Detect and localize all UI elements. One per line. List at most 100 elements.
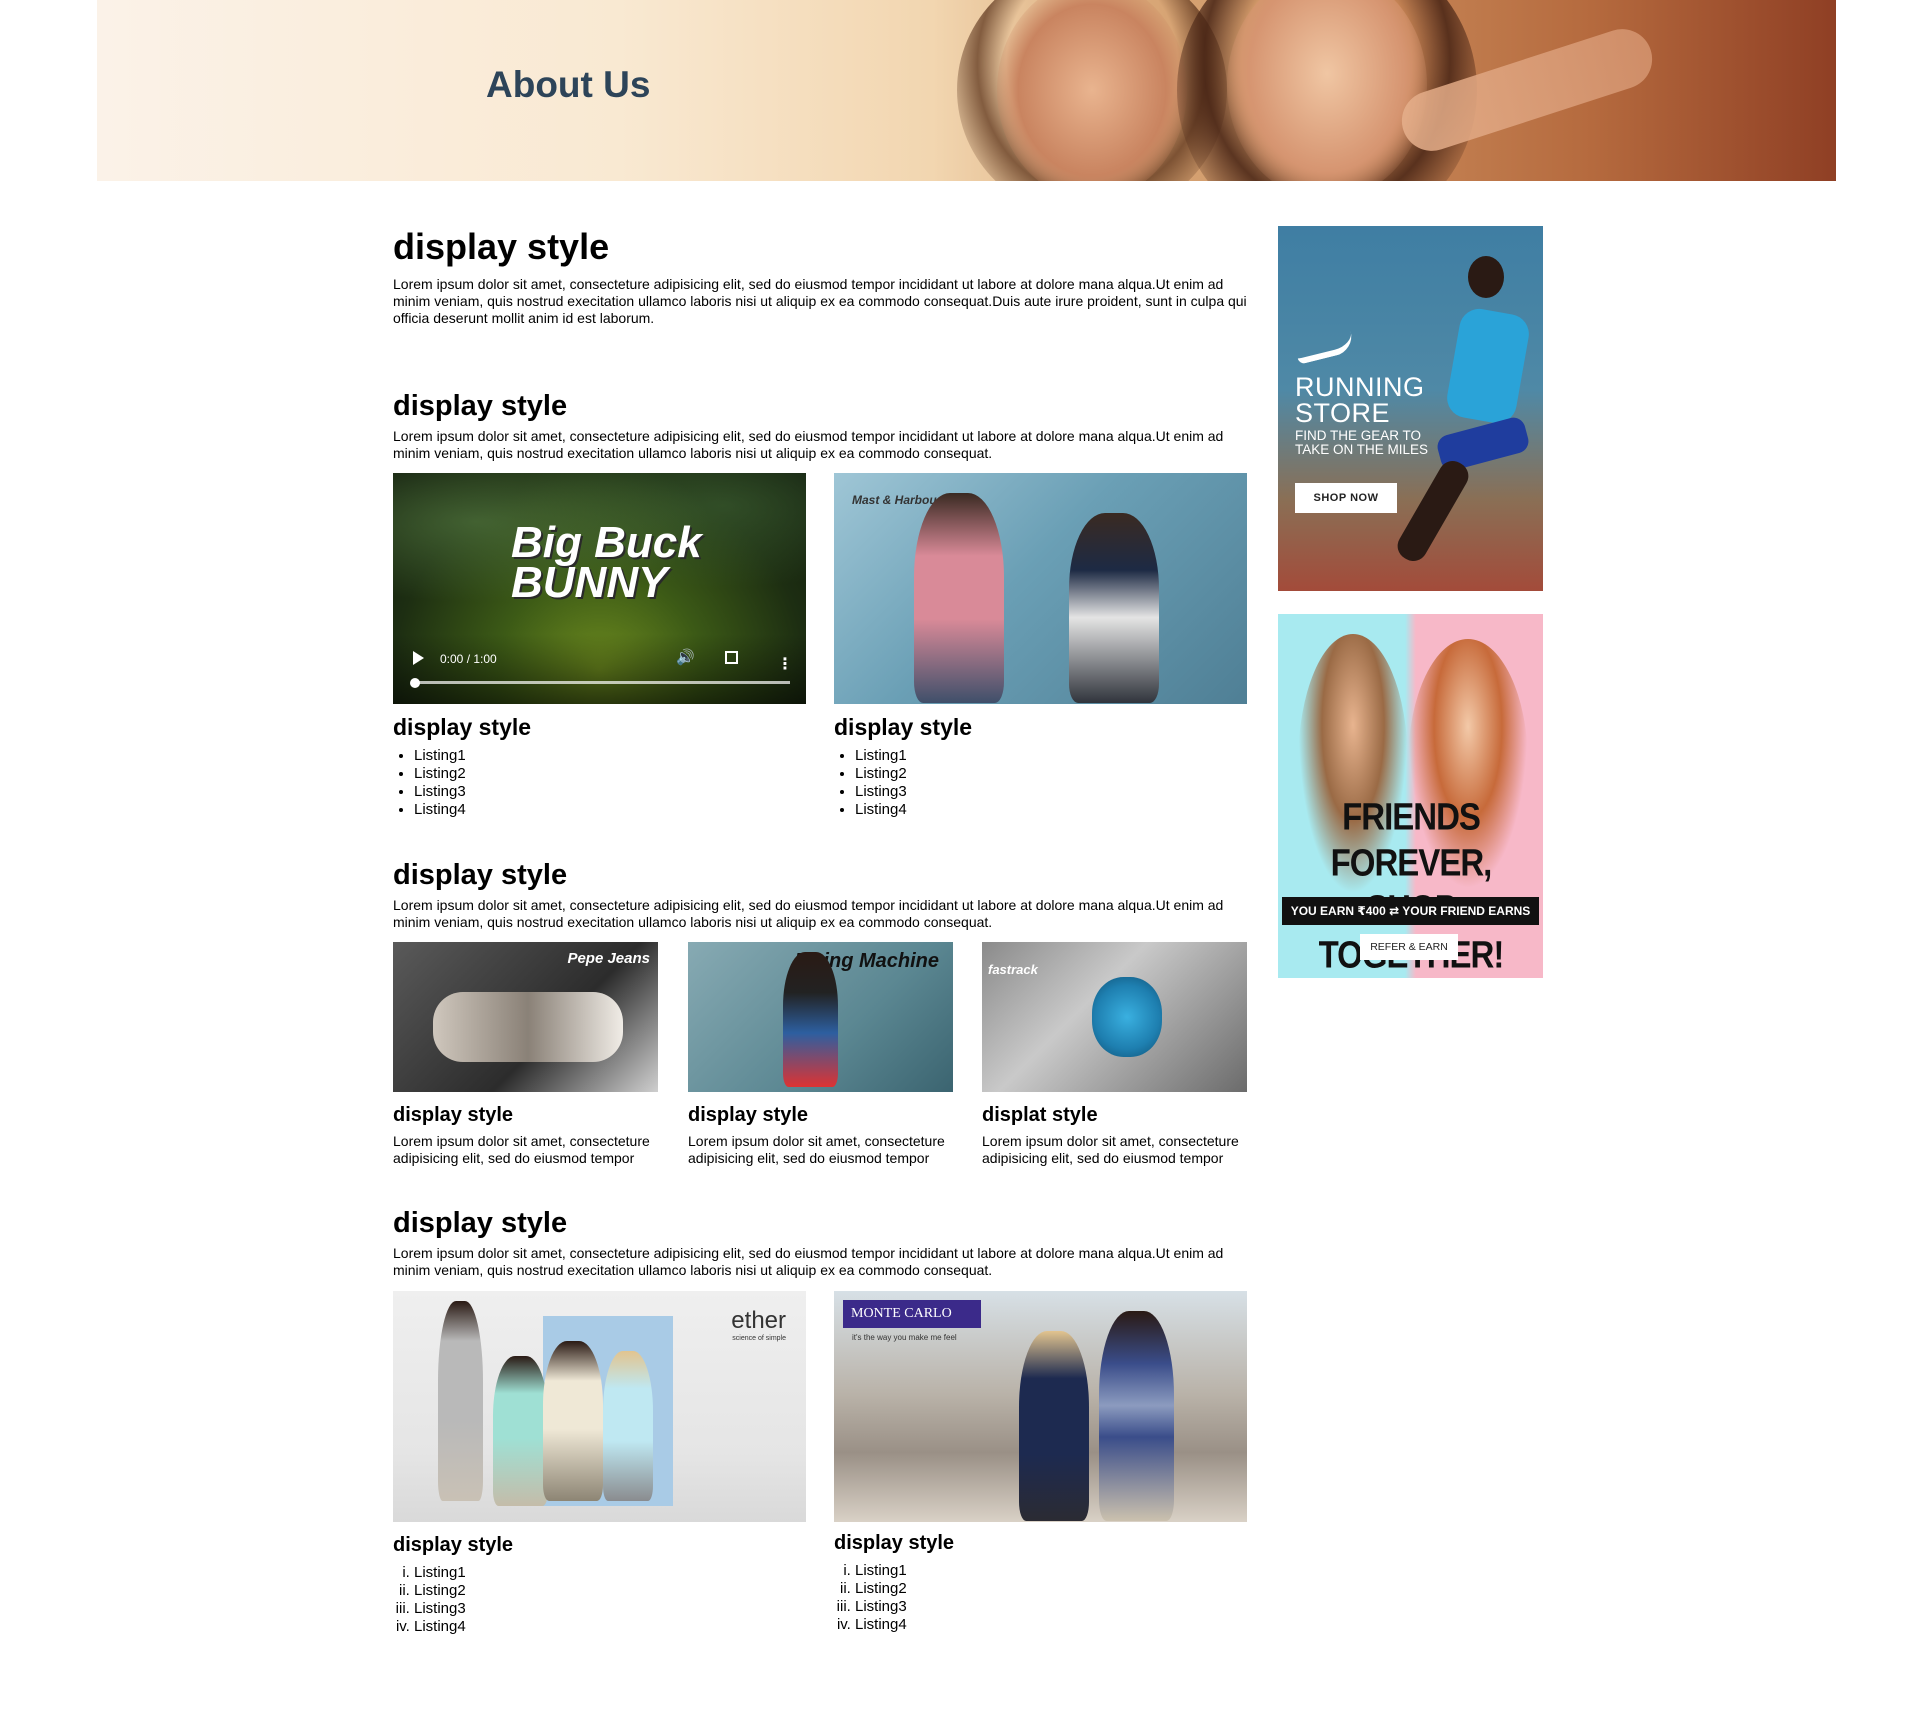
card-title: display style xyxy=(834,1532,955,1554)
fashion-photo: Mast & Harbour xyxy=(834,473,1247,704)
model-figure xyxy=(1019,1331,1089,1521)
list-item: Listing3 xyxy=(414,1600,806,1618)
brand-logo: Pepe Jeans xyxy=(567,950,650,967)
card: Big Buck BUNNY 0:00 / 1:00 🔊 ⋮ display s… xyxy=(393,473,806,819)
list-item: Listing1 xyxy=(414,747,806,765)
card-title: display style xyxy=(688,1104,809,1126)
card-list: Listing1 Listing2 Listing3 Listing4 xyxy=(834,747,1247,819)
list-item: Listing3 xyxy=(855,783,1247,801)
model-figure xyxy=(543,1341,603,1501)
section-heading: display style xyxy=(393,390,568,422)
card-image: MONTE CARLO it's the way you make me fee… xyxy=(834,1291,1247,1522)
list-item: Listing4 xyxy=(414,801,806,819)
section-heading: display style xyxy=(393,859,568,891)
card-title: display style xyxy=(393,1104,514,1126)
brand-logo: fastrack xyxy=(988,962,1038,977)
play-icon[interactable] xyxy=(413,651,424,665)
card-list: Listing1 Listing2 Listing3 Listing4 xyxy=(393,747,806,819)
model-figure xyxy=(914,493,1004,703)
banner-photo-face-left xyxy=(997,0,1187,181)
card-image: ether science of simple xyxy=(393,1291,806,1522)
model-figure xyxy=(433,992,623,1062)
runner-leg xyxy=(1392,455,1474,567)
card-title: displat style xyxy=(982,1104,1098,1126)
list-item: Listing1 xyxy=(855,747,1247,765)
section-text: Lorem ipsum dolor sit amet, consecteture… xyxy=(393,897,1224,930)
card: MONTE CARLO it's the way you make me fee… xyxy=(834,1291,1247,1636)
list-item: Listing3 xyxy=(414,783,806,801)
card-text: Lorem ipsum dolor sit amet, consecteture… xyxy=(688,1133,945,1166)
brand-logo: MONTE CARLO xyxy=(843,1300,981,1328)
banner-photo-face-right xyxy=(1227,0,1427,181)
list-item: Listing2 xyxy=(414,1582,806,1600)
page-title: About Us xyxy=(486,64,651,105)
card-title: display style xyxy=(393,714,532,740)
video-controls xyxy=(393,634,806,704)
section-media: display style Lorem ipsum dolor sit amet… xyxy=(393,388,1247,819)
volume-icon[interactable]: 🔊 xyxy=(676,648,695,666)
video-title: Big Buck BUNNY xyxy=(511,521,702,607)
list-item: Listing4 xyxy=(414,1618,806,1636)
fashion-photo: fastrack xyxy=(982,942,1247,1092)
list-item: Listing3 xyxy=(855,1598,1247,1616)
ad-headline-line1: FRIENDS FOREVER, xyxy=(1330,795,1493,884)
fashion-photo: ether science of simple xyxy=(393,1291,806,1522)
list-item: Listing1 xyxy=(414,1564,806,1582)
more-options-icon[interactable]: ⋮ xyxy=(777,657,793,673)
model-figure xyxy=(603,1351,653,1501)
card-text: Lorem ipsum dolor sit amet, consecteture… xyxy=(393,1133,650,1166)
ad-headline-line2: STORE xyxy=(1295,398,1391,428)
brand-logo: ether science of simple xyxy=(731,1307,786,1342)
model-figure xyxy=(783,952,838,1087)
section-heading: display style xyxy=(393,1207,568,1239)
brand-logo-tagline: science of simple xyxy=(732,1335,786,1342)
card-title: display style xyxy=(834,714,973,740)
main-content: display style Lorem ipsum dolor sit amet… xyxy=(393,226,1247,1636)
card-title: display style xyxy=(393,1534,514,1556)
section-text: Lorem ipsum dolor sit amet, consecteture… xyxy=(393,276,1247,326)
backpack xyxy=(1092,977,1162,1057)
video-progress-knob[interactable] xyxy=(410,678,420,688)
video-progress-bar[interactable] xyxy=(413,681,790,684)
shop-now-button[interactable]: SHOP NOW xyxy=(1295,483,1397,513)
section-heading: display style xyxy=(393,226,610,267)
swoosh-icon xyxy=(1294,331,1356,365)
fullscreen-icon[interactable] xyxy=(725,651,738,664)
section-three-cards: display style Lorem ipsum dolor sit amet… xyxy=(393,857,1247,1167)
ad-running-store[interactable]: RUNNING STORE FIND THE GEAR TO TAKE ON T… xyxy=(1278,226,1543,591)
runner-head xyxy=(1468,256,1504,298)
ad-headline-line1: RUNNING xyxy=(1295,372,1425,402)
section-intro: display style Lorem ipsum dolor sit amet… xyxy=(393,226,1247,327)
card: fastrack displat style Lorem ipsum dolor… xyxy=(982,942,1247,1167)
video-time: 0:00 / 1:00 xyxy=(440,652,497,666)
card-image: Flying Machine xyxy=(688,942,953,1092)
ad-subline-line2: TAKE ON THE MILES xyxy=(1295,442,1429,457)
model-figure xyxy=(1099,1311,1174,1521)
card: Mast & Harbour display style Listing1 Li… xyxy=(834,473,1247,819)
list-item: Listing2 xyxy=(855,1580,1247,1598)
card: Pepe Jeans display style Lorem ipsum dol… xyxy=(393,942,658,1167)
brand-logo-text: ether xyxy=(731,1307,786,1334)
card: Flying Machine display style Lorem ipsum… xyxy=(688,942,953,1167)
card-image: Mast & Harbour xyxy=(834,473,1247,704)
ad-refer-earn[interactable]: FRIENDS FOREVER, SHOP TOGETHER! YOU EARN… xyxy=(1278,614,1543,978)
brand-logo: Mast & Harbour xyxy=(852,493,942,507)
fashion-photo: MONTE CARLO it's the way you make me fee… xyxy=(834,1291,1247,1522)
about-banner: About Us xyxy=(97,0,1836,181)
card: ether science of simple display style Li… xyxy=(393,1291,806,1636)
refer-earn-button[interactable]: REFER & EARN xyxy=(1360,934,1458,960)
list-item: Listing2 xyxy=(414,765,806,783)
section-text: Lorem ipsum dolor sit amet, consecteture… xyxy=(393,1245,1224,1278)
section-ordered: display style Lorem ipsum dolor sit amet… xyxy=(393,1205,1247,1636)
list-item: Listing4 xyxy=(855,1616,1247,1634)
model-figure xyxy=(438,1301,483,1501)
card-image: Pepe Jeans xyxy=(393,942,658,1092)
card-image: fastrack xyxy=(982,942,1247,1092)
brand-tagline: it's the way you make me feel xyxy=(852,1333,957,1342)
list-item: Listing2 xyxy=(855,765,1247,783)
fashion-photo: Flying Machine xyxy=(688,942,953,1092)
runner-torso xyxy=(1443,305,1533,427)
video-title-line2: BUNNY xyxy=(511,558,668,607)
model-figure xyxy=(1069,513,1159,703)
video-player[interactable]: Big Buck BUNNY 0:00 / 1:00 🔊 ⋮ xyxy=(393,473,806,704)
